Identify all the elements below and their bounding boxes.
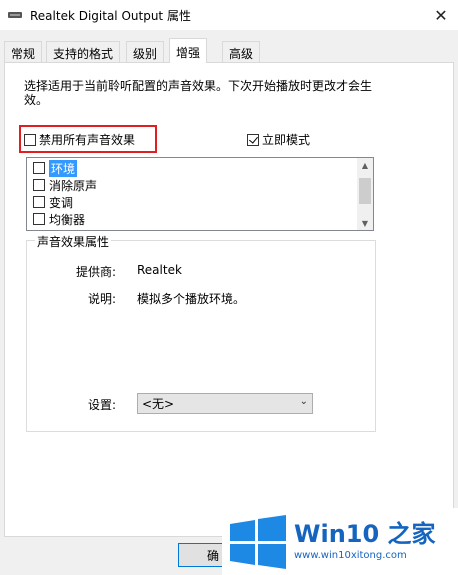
- close-icon: ✕: [434, 5, 448, 25]
- windows-logo-icon: [230, 515, 286, 569]
- immediate-mode-label: 立即模式: [262, 133, 311, 147]
- enhancement-description: 选择适用于当前聆听配置的声音效果。下次开始播放时更改才会生效。: [24, 79, 373, 107]
- window-title: Realtek Digital Output 属性: [30, 9, 191, 23]
- checkbox-box[interactable]: [24, 133, 36, 146]
- list-item[interactable]: 环境: [33, 159, 78, 177]
- tab-advanced[interactable]: 高级: [222, 41, 261, 62]
- effect-label: 消除原声: [49, 178, 98, 193]
- immediate-mode-checkbox[interactable]: 立即模式: [247, 131, 310, 148]
- watermark: Win10 之家 www.win10xitong.com: [222, 508, 458, 575]
- effect-label: 环境: [49, 159, 78, 177]
- provider-value: Realtek: [137, 263, 182, 277]
- checkbox-box-checked[interactable]: [247, 133, 259, 146]
- tab-levels[interactable]: 级别: [126, 41, 165, 62]
- provider-label: 提供商:: [76, 265, 117, 279]
- list-scrollbar[interactable]: ▲ ▼: [357, 158, 373, 230]
- effect-checkbox[interactable]: [33, 213, 45, 225]
- list-item[interactable]: 消除原声: [33, 177, 97, 193]
- tab-strip: 常规 支持的格式 级别 增强 高级: [0, 38, 458, 63]
- scroll-thumb[interactable]: [359, 178, 371, 204]
- group-title: 声音效果属性: [35, 233, 112, 250]
- title-bar: Realtek Digital Output 属性 ✕: [0, 0, 458, 30]
- close-button[interactable]: ✕: [424, 0, 458, 30]
- effect-checkbox[interactable]: [33, 162, 45, 174]
- ok-button-label: 确: [207, 548, 220, 563]
- effect-properties-group: 声音效果属性 提供商: Realtek 说明: 模拟多个播放环境。 设置: <无…: [26, 233, 376, 432]
- effect-label: 均衡器: [49, 212, 86, 227]
- settings-dropdown[interactable]: <无> ⌄: [137, 393, 313, 414]
- disable-all-effects-label: 禁用所有声音效果: [39, 133, 136, 147]
- tab-supported-formats[interactable]: 支持的格式: [46, 41, 121, 62]
- list-item[interactable]: 均衡器: [33, 211, 85, 227]
- effect-label: 变调: [49, 195, 74, 210]
- description-label: 说明:: [88, 292, 117, 306]
- tab-enhancements[interactable]: 增强: [169, 38, 208, 63]
- watermark-url: www.win10xitong.com: [294, 550, 407, 561]
- chevron-down-icon: ⌄: [299, 396, 308, 407]
- scroll-up-icon[interactable]: ▲: [357, 158, 373, 172]
- disable-all-effects-checkbox[interactable]: 禁用所有声音效果: [24, 131, 135, 148]
- list-item[interactable]: 变调: [33, 194, 73, 210]
- speaker-device-icon: [8, 12, 22, 18]
- watermark-brand: Win10 之家: [294, 520, 436, 548]
- description-value: 模拟多个播放环境。: [137, 292, 246, 306]
- effect-checkbox[interactable]: [33, 196, 45, 208]
- effects-list[interactable]: 环境 消除原声 变调 均衡器 ▲ ▼: [26, 157, 374, 231]
- settings-dropdown-value: <无>: [142, 397, 175, 411]
- effect-checkbox[interactable]: [33, 179, 45, 191]
- tab-general[interactable]: 常规: [4, 41, 43, 62]
- settings-label: 设置:: [88, 398, 117, 412]
- scroll-down-icon[interactable]: ▼: [357, 216, 373, 230]
